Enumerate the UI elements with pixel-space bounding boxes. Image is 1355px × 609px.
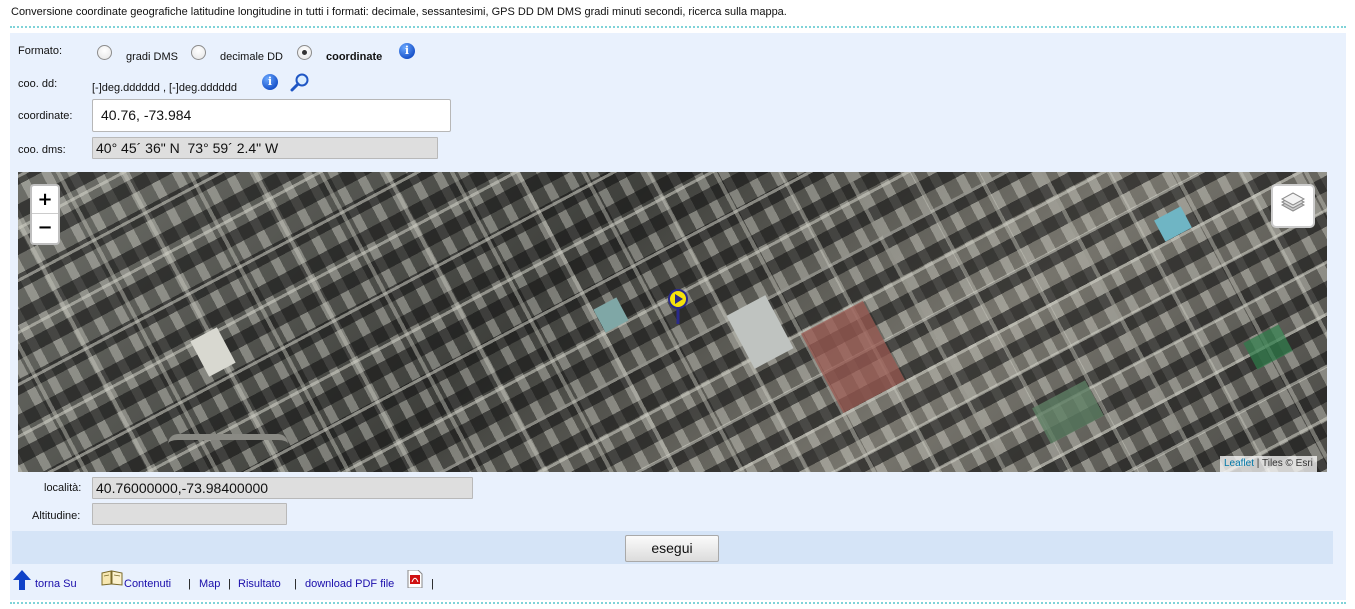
- tiles-credit: | Tiles © Esri: [1254, 458, 1313, 469]
- torna-su-link[interactable]: torna Su: [35, 578, 77, 590]
- nav-separator: |: [431, 578, 434, 590]
- pdf-icon[interactable]: [407, 570, 423, 588]
- map-building: [1154, 206, 1192, 242]
- localita-label: località:: [44, 482, 82, 494]
- coo-dd-format-hint: [-]deg.dddddd , [-]deg.dddddd: [92, 82, 237, 94]
- top-divider: [10, 26, 1346, 28]
- map-road: [168, 434, 288, 444]
- radio-decimale-dd[interactable]: [191, 45, 206, 60]
- map-park: [1243, 324, 1293, 370]
- bottom-divider: [10, 602, 1346, 604]
- formato-label: Formato:: [18, 45, 63, 57]
- magnifier-icon[interactable]: [290, 72, 310, 92]
- map-pin-icon[interactable]: [668, 289, 688, 325]
- zoom-in-button[interactable]: +: [32, 186, 58, 214]
- coo-dms-label: coo. dms:: [18, 144, 66, 156]
- risultato-link[interactable]: Risultato: [238, 578, 281, 590]
- coordinate-input[interactable]: 40.76, -73.984: [92, 99, 451, 132]
- esegui-button[interactable]: esegui: [625, 535, 719, 562]
- layers-icon: [1280, 192, 1306, 212]
- coordinate-label: coordinate:: [18, 110, 73, 122]
- radio-decimale-dd-label[interactable]: decimale DD: [220, 51, 283, 63]
- altitudine-label: Altitudine:: [32, 510, 81, 522]
- map-building: [800, 300, 906, 414]
- up-arrow-icon[interactable]: [13, 570, 31, 590]
- layers-button[interactable]: [1271, 184, 1315, 228]
- page-description: Conversione coordinate geografiche latit…: [11, 6, 787, 18]
- radio-gradi-dms[interactable]: [97, 45, 112, 60]
- map-building: [593, 297, 629, 333]
- book-icon[interactable]: [101, 570, 123, 586]
- map-building: [726, 295, 794, 369]
- map-link[interactable]: Map: [199, 578, 220, 590]
- zoom-out-button[interactable]: −: [32, 214, 58, 242]
- contenuti-link[interactable]: Contenuti: [124, 578, 171, 590]
- map-building: [1032, 380, 1104, 444]
- leaflet-link[interactable]: Leaflet: [1224, 458, 1254, 469]
- nav-separator: |: [294, 578, 297, 590]
- radio-coordinate-label[interactable]: coordinate: [326, 51, 382, 63]
- altitudine-output: [92, 503, 287, 525]
- zoom-control: + −: [30, 184, 60, 245]
- radio-coordinate[interactable]: [297, 45, 312, 60]
- radio-gradi-dms-label[interactable]: gradi DMS: [126, 51, 178, 63]
- map-attribution: Leaflet | Tiles © Esri: [1220, 456, 1317, 472]
- info-icon[interactable]: i: [399, 43, 415, 59]
- info-icon[interactable]: i: [262, 74, 278, 90]
- map-building: [190, 327, 236, 377]
- nav-separator: |: [228, 578, 231, 590]
- nav-separator: |: [188, 578, 191, 590]
- download-pdf-link[interactable]: download PDF file: [305, 578, 394, 590]
- coo-dd-label: coo. dd:: [18, 78, 58, 90]
- localita-output: 40.76000000,-73.98400000: [92, 477, 473, 499]
- coo-dms-output: 40° 45´ 36" N 73° 59´ 2.4" W: [92, 137, 438, 159]
